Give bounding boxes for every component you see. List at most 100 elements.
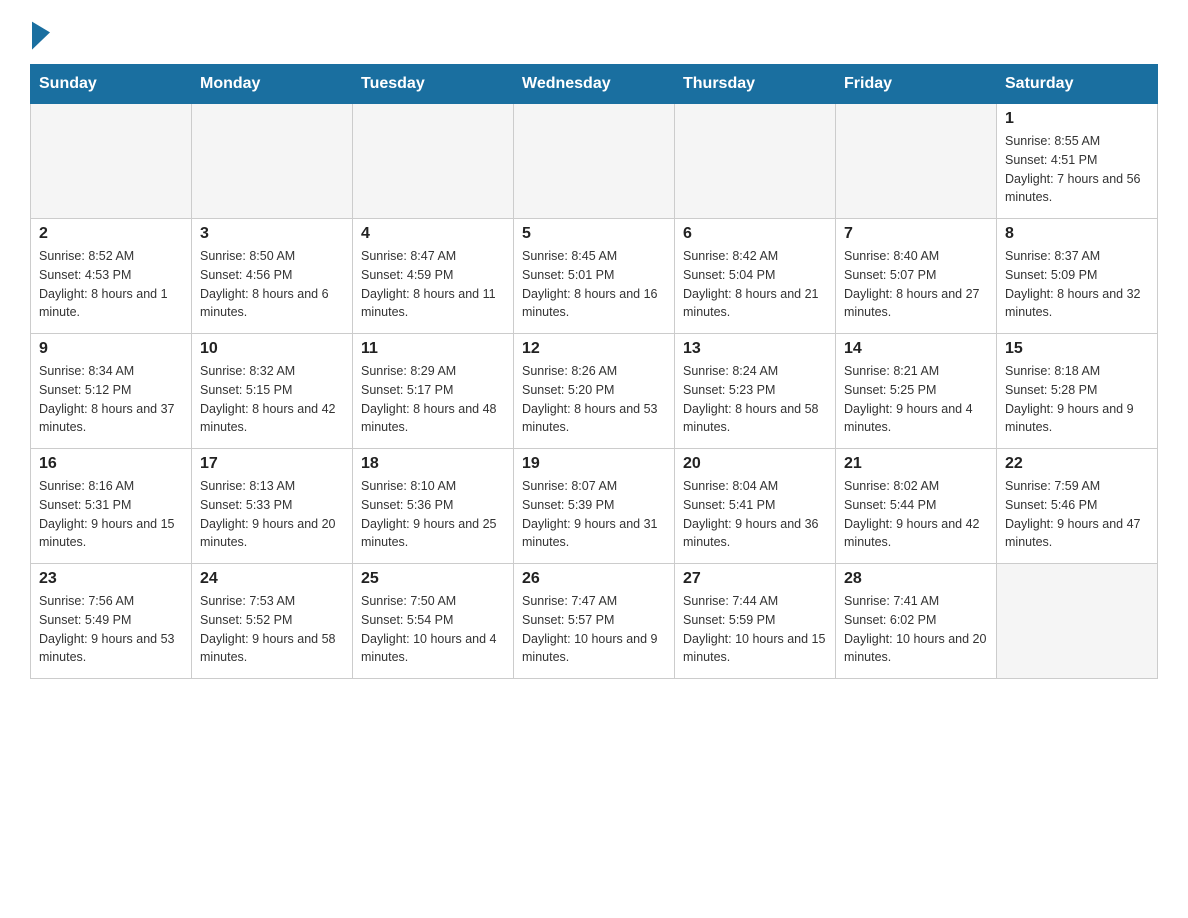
day-info: Sunrise: 7:44 AMSunset: 5:59 PMDaylight:… bbox=[683, 592, 827, 667]
day-number: 9 bbox=[39, 340, 183, 358]
day-info: Sunrise: 8:37 AMSunset: 5:09 PMDaylight:… bbox=[1005, 247, 1149, 322]
day-info: Sunrise: 7:59 AMSunset: 5:46 PMDaylight:… bbox=[1005, 477, 1149, 552]
day-info: Sunrise: 8:52 AMSunset: 4:53 PMDaylight:… bbox=[39, 247, 183, 322]
calendar-table: SundayMondayTuesdayWednesdayThursdayFrid… bbox=[30, 64, 1158, 679]
day-info: Sunrise: 7:47 AMSunset: 5:57 PMDaylight:… bbox=[522, 592, 666, 667]
weekday-header-wednesday: Wednesday bbox=[514, 65, 675, 104]
day-number: 25 bbox=[361, 570, 505, 588]
calendar-cell: 3 Sunrise: 8:50 AMSunset: 4:56 PMDaylight… bbox=[192, 219, 353, 334]
calendar-cell: 6Sunrise: 8:42 AMSunset: 5:04 PMDaylight… bbox=[675, 219, 836, 334]
calendar-week-4: 16 Sunrise: 8:16 AMSunset: 5:31 PMDayligh… bbox=[31, 449, 1158, 564]
calendar-cell: 28Sunrise: 7:41 AMSunset: 6:02 PMDayligh… bbox=[836, 564, 997, 679]
calendar-cell: 19 Sunrise: 8:07 AMSunset: 5:39 PMDayligh… bbox=[514, 449, 675, 564]
day-number: 1 bbox=[1005, 110, 1149, 128]
weekday-header-row: SundayMondayTuesdayWednesdayThursdayFrid… bbox=[31, 65, 1158, 104]
day-number: 16 bbox=[39, 455, 183, 473]
weekday-header-sunday: Sunday bbox=[31, 65, 192, 104]
day-number: 23 bbox=[39, 570, 183, 588]
calendar-cell: 10 Sunrise: 8:32 AMSunset: 5:15 PMDayligh… bbox=[192, 334, 353, 449]
day-number: 20 bbox=[683, 455, 827, 473]
day-info: Sunrise: 8:50 AMSunset: 4:56 PMDaylight:… bbox=[200, 247, 344, 322]
calendar-cell: 9 Sunrise: 8:34 AMSunset: 5:12 PMDaylight… bbox=[31, 334, 192, 449]
day-number: 11 bbox=[361, 340, 505, 358]
day-info: Sunrise: 8:18 AMSunset: 5:28 PMDaylight:… bbox=[1005, 362, 1149, 437]
day-number: 7 bbox=[844, 225, 988, 243]
day-number: 18 bbox=[361, 455, 505, 473]
day-number: 4 bbox=[361, 225, 505, 243]
weekday-header-monday: Monday bbox=[192, 65, 353, 104]
day-info: Sunrise: 8:45 AMSunset: 5:01 PMDaylight:… bbox=[522, 247, 666, 322]
day-number: 12 bbox=[522, 340, 666, 358]
calendar-cell: 5 Sunrise: 8:45 AMSunset: 5:01 PMDaylight… bbox=[514, 219, 675, 334]
calendar-cell: 27Sunrise: 7:44 AMSunset: 5:59 PMDayligh… bbox=[675, 564, 836, 679]
calendar-cell: 15 Sunrise: 8:18 AMSunset: 5:28 PMDayligh… bbox=[997, 334, 1158, 449]
calendar-cell: 26 Sunrise: 7:47 AMSunset: 5:57 PMDayligh… bbox=[514, 564, 675, 679]
day-info: Sunrise: 8:16 AMSunset: 5:31 PMDaylight:… bbox=[39, 477, 183, 552]
day-info: Sunrise: 7:56 AMSunset: 5:49 PMDaylight:… bbox=[39, 592, 183, 667]
day-info: Sunrise: 8:55 AMSunset: 4:51 PMDaylight:… bbox=[1005, 132, 1149, 207]
day-number: 26 bbox=[522, 570, 666, 588]
day-info: Sunrise: 8:34 AMSunset: 5:12 PMDaylight:… bbox=[39, 362, 183, 437]
day-number: 17 bbox=[200, 455, 344, 473]
calendar-cell: 24 Sunrise: 7:53 AMSunset: 5:52 PMDayligh… bbox=[192, 564, 353, 679]
day-number: 2 bbox=[39, 225, 183, 243]
day-number: 24 bbox=[200, 570, 344, 588]
calendar-cell bbox=[836, 104, 997, 219]
day-number: 8 bbox=[1005, 225, 1149, 243]
calendar-cell: 16 Sunrise: 8:16 AMSunset: 5:31 PMDayligh… bbox=[31, 449, 192, 564]
calendar-cell bbox=[31, 104, 192, 219]
day-info: Sunrise: 8:24 AMSunset: 5:23 PMDaylight:… bbox=[683, 362, 827, 437]
calendar-cell bbox=[675, 104, 836, 219]
calendar-cell: 1 Sunrise: 8:55 AMSunset: 4:51 PMDaylight… bbox=[997, 104, 1158, 219]
weekday-header-saturday: Saturday bbox=[997, 65, 1158, 104]
calendar-cell: 11 Sunrise: 8:29 AMSunset: 5:17 PMDayligh… bbox=[353, 334, 514, 449]
calendar-cell: 4 Sunrise: 8:47 AMSunset: 4:59 PMDaylight… bbox=[353, 219, 514, 334]
day-number: 3 bbox=[200, 225, 344, 243]
day-number: 15 bbox=[1005, 340, 1149, 358]
day-info: Sunrise: 8:21 AMSunset: 5:25 PMDaylight:… bbox=[844, 362, 988, 437]
day-info: Sunrise: 8:26 AMSunset: 5:20 PMDaylight:… bbox=[522, 362, 666, 437]
calendar-week-1: 1 Sunrise: 8:55 AMSunset: 4:51 PMDaylight… bbox=[31, 104, 1158, 219]
day-number: 21 bbox=[844, 455, 988, 473]
day-info: Sunrise: 7:41 AMSunset: 6:02 PMDaylight:… bbox=[844, 592, 988, 667]
day-number: 14 bbox=[844, 340, 988, 358]
day-info: Sunrise: 8:07 AMSunset: 5:39 PMDaylight:… bbox=[522, 477, 666, 552]
calendar-cell bbox=[514, 104, 675, 219]
calendar-cell: 18 Sunrise: 8:10 AMSunset: 5:36 PMDayligh… bbox=[353, 449, 514, 564]
day-info: Sunrise: 8:32 AMSunset: 5:15 PMDaylight:… bbox=[200, 362, 344, 437]
weekday-header-tuesday: Tuesday bbox=[353, 65, 514, 104]
day-info: Sunrise: 8:47 AMSunset: 4:59 PMDaylight:… bbox=[361, 247, 505, 322]
day-info: Sunrise: 8:29 AMSunset: 5:17 PMDaylight:… bbox=[361, 362, 505, 437]
day-info: Sunrise: 7:53 AMSunset: 5:52 PMDaylight:… bbox=[200, 592, 344, 667]
day-info: Sunrise: 8:40 AMSunset: 5:07 PMDaylight:… bbox=[844, 247, 988, 322]
calendar-cell: 13 Sunrise: 8:24 AMSunset: 5:23 PMDayligh… bbox=[675, 334, 836, 449]
day-info: Sunrise: 8:04 AMSunset: 5:41 PMDaylight:… bbox=[683, 477, 827, 552]
day-number: 19 bbox=[522, 455, 666, 473]
calendar-week-2: 2 Sunrise: 8:52 AMSunset: 4:53 PMDaylight… bbox=[31, 219, 1158, 334]
calendar-cell: 7 Sunrise: 8:40 AMSunset: 5:07 PMDaylight… bbox=[836, 219, 997, 334]
day-number: 13 bbox=[683, 340, 827, 358]
calendar-cell: 12 Sunrise: 8:26 AMSunset: 5:20 PMDayligh… bbox=[514, 334, 675, 449]
day-number: 22 bbox=[1005, 455, 1149, 473]
calendar-cell: 2 Sunrise: 8:52 AMSunset: 4:53 PMDaylight… bbox=[31, 219, 192, 334]
day-info: Sunrise: 7:50 AMSunset: 5:54 PMDaylight:… bbox=[361, 592, 505, 667]
calendar-cell: 22 Sunrise: 7:59 AMSunset: 5:46 PMDayligh… bbox=[997, 449, 1158, 564]
logo-arrow-icon bbox=[32, 18, 50, 49]
weekday-header-friday: Friday bbox=[836, 65, 997, 104]
calendar-cell: 21 Sunrise: 8:02 AMSunset: 5:44 PMDayligh… bbox=[836, 449, 997, 564]
calendar-cell: 20 Sunrise: 8:04 AMSunset: 5:41 PMDayligh… bbox=[675, 449, 836, 564]
calendar-week-3: 9 Sunrise: 8:34 AMSunset: 5:12 PMDaylight… bbox=[31, 334, 1158, 449]
day-number: 10 bbox=[200, 340, 344, 358]
calendar-cell: 17 Sunrise: 8:13 AMSunset: 5:33 PMDayligh… bbox=[192, 449, 353, 564]
calendar-cell bbox=[192, 104, 353, 219]
calendar-cell bbox=[353, 104, 514, 219]
day-info: Sunrise: 8:02 AMSunset: 5:44 PMDaylight:… bbox=[844, 477, 988, 552]
logo bbox=[30, 20, 60, 48]
calendar-cell: 14 Sunrise: 8:21 AMSunset: 5:25 PMDayligh… bbox=[836, 334, 997, 449]
day-number: 5 bbox=[522, 225, 666, 243]
day-info: Sunrise: 8:42 AMSunset: 5:04 PMDaylight:… bbox=[683, 247, 827, 322]
calendar-cell: 25 Sunrise: 7:50 AMSunset: 5:54 PMDayligh… bbox=[353, 564, 514, 679]
day-info: Sunrise: 8:13 AMSunset: 5:33 PMDaylight:… bbox=[200, 477, 344, 552]
day-info: Sunrise: 8:10 AMSunset: 5:36 PMDaylight:… bbox=[361, 477, 505, 552]
calendar-cell: 23 Sunrise: 7:56 AMSunset: 5:49 PMDayligh… bbox=[31, 564, 192, 679]
